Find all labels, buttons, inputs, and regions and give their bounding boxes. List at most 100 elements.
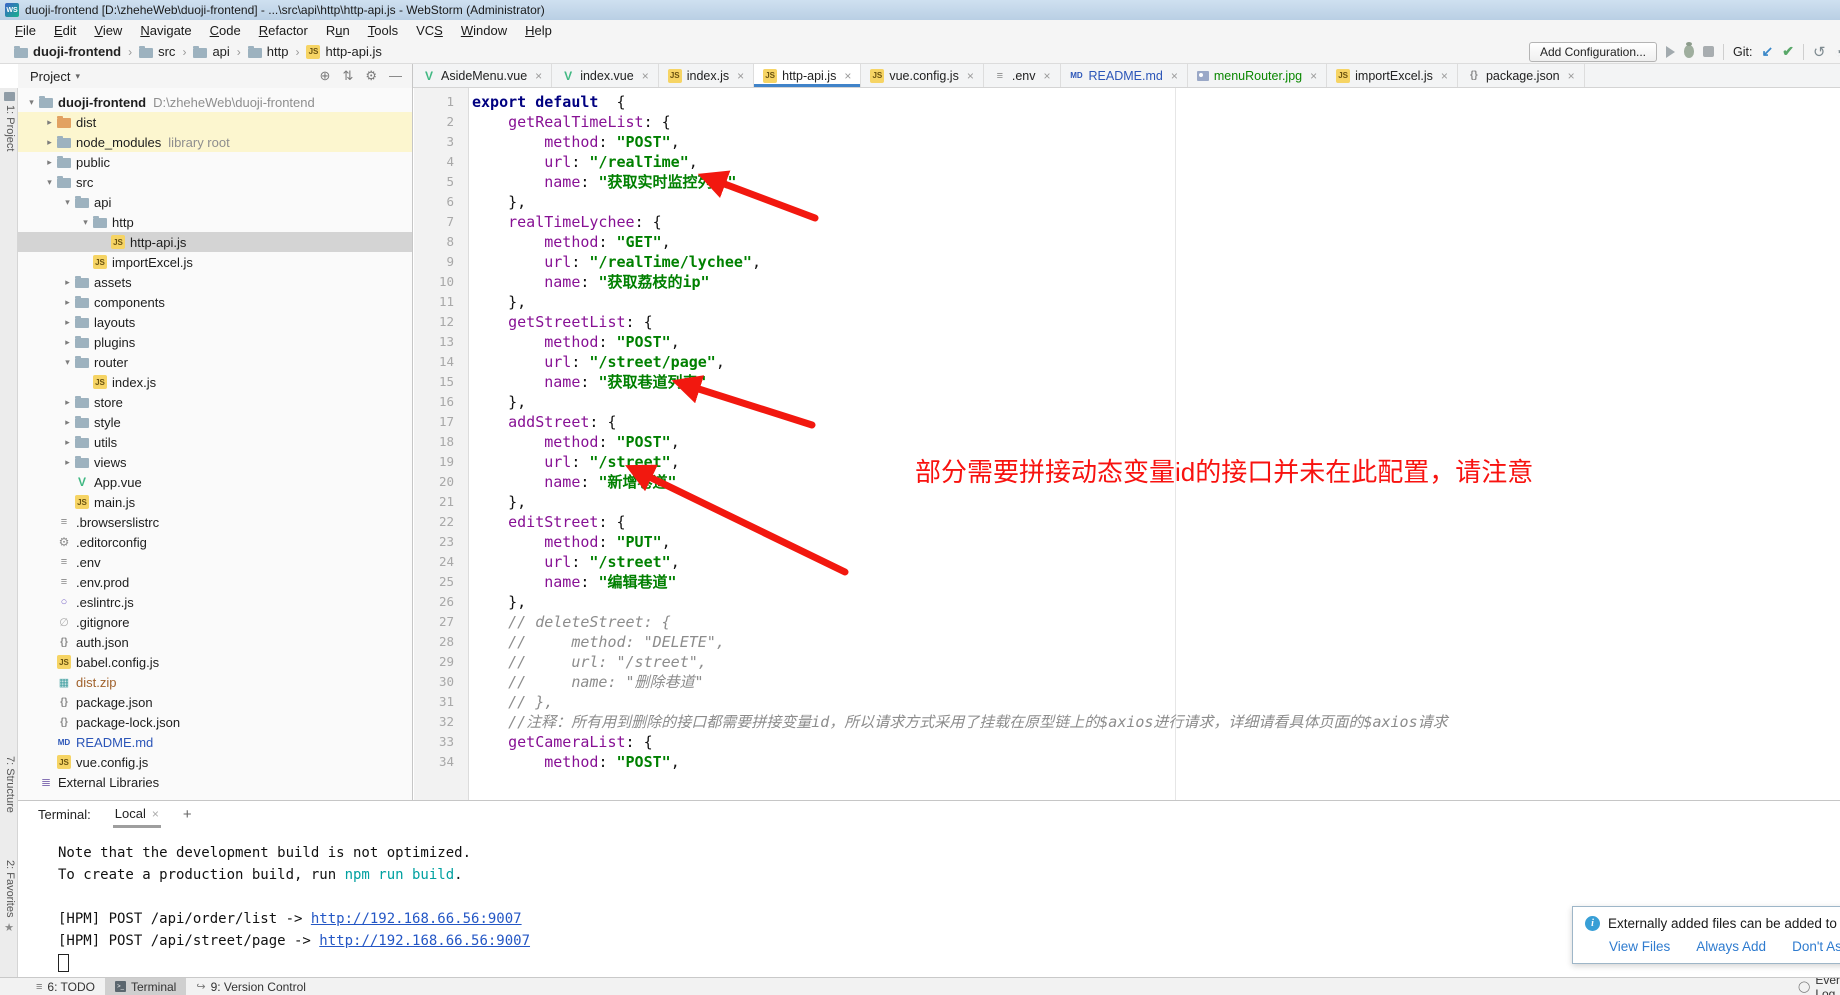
close-icon[interactable]: × [967,69,974,83]
close-icon[interactable]: × [1310,69,1317,83]
tree-row-README.md[interactable]: MDREADME.md [18,732,412,752]
breadcrumb-item-src[interactable]: src [135,44,179,59]
tree-row-style[interactable]: ▸style [18,412,412,432]
close-icon[interactable]: × [737,69,744,83]
status-item-9-version-control[interactable]: ↪9: Version Control [186,978,316,995]
settings-gear-icon[interactable]: ⚙ [365,68,377,84]
chevron-collapsed-icon[interactable]: ▸ [60,277,75,288]
chevron-expanded-icon[interactable]: ▾ [42,177,57,188]
tree-row-.eslintrc.js[interactable]: ○.eslintrc.js [18,592,412,612]
chevron-collapsed-icon[interactable]: ▸ [60,337,75,348]
stop-icon[interactable] [1703,46,1714,57]
tree-row-public[interactable]: ▸public [18,152,412,172]
locate-file-icon[interactable]: ⊕ [320,68,331,84]
tree-row-External Libraries[interactable]: ≣External Libraries [18,772,412,792]
code-editor[interactable]: 1234567891011121314151617181920212223242… [414,88,1840,800]
tab-AsideMenu.vue[interactable]: VAsideMenu.vue× [413,64,552,87]
tree-row-dist[interactable]: ▸dist [18,112,412,132]
new-terminal-icon[interactable]: + [183,806,192,823]
terminal-cursor[interactable] [58,954,69,972]
tree-row-package-lock.json[interactable]: {}package-lock.json [18,712,412,732]
chevron-collapsed-icon[interactable]: ▸ [42,137,57,148]
tree-row-assets[interactable]: ▸assets [18,272,412,292]
tab-http-api.js[interactable]: JShttp-api.js× [754,64,861,87]
chevron-expanded-icon[interactable]: ▾ [60,357,75,368]
tree-row-auth.json[interactable]: {}auth.json [18,632,412,652]
tree-row-main.js[interactable]: JSmain.js [18,492,412,512]
menu-item-edit[interactable]: Edit [45,22,85,39]
status-item-6-todo[interactable]: ≡6: TODO [26,978,105,995]
tree-row-http[interactable]: ▾http [18,212,412,232]
debug-icon[interactable] [1684,45,1694,58]
status-bar-event-log[interactable]: ◯ Event Log [1798,978,1840,995]
notification-link-don-t-ask-again[interactable]: Don't Ask Again [1792,939,1840,954]
sidebar-item-favorites[interactable]: 2: Favorites ★ [0,860,18,934]
close-icon[interactable]: × [535,69,542,83]
close-icon[interactable]: × [1441,69,1448,83]
menu-item-navigate[interactable]: Navigate [131,22,200,39]
breadcrumb-item-http-api.js[interactable]: JShttp-api.js [302,44,385,59]
tree-row-node_modules[interactable]: ▸node_moduleslibrary root [18,132,412,152]
chevron-collapsed-icon[interactable]: ▸ [42,117,57,128]
breadcrumb-item-api[interactable]: api [189,44,233,59]
close-icon[interactable]: × [1568,69,1575,83]
terminal-output[interactable]: Note that the development build is not o… [18,828,1840,974]
tree-row-babel.config.js[interactable]: JSbabel.config.js [18,652,412,672]
tree-row-.editorconfig[interactable]: ⚙.editorconfig [18,532,412,552]
hide-panel-icon[interactable]: ― [389,68,402,84]
tree-row-utils[interactable]: ▸utils [18,432,412,452]
close-icon[interactable]: × [152,807,159,821]
tree-row-vue.config.js[interactable]: JSvue.config.js [18,752,412,772]
tree-row-package.json[interactable]: {}package.json [18,692,412,712]
chevron-collapsed-icon[interactable]: ▸ [60,457,75,468]
menu-item-tools[interactable]: Tools [359,22,407,39]
tree-row-dist.zip[interactable]: ▦dist.zip [18,672,412,692]
menu-item-code[interactable]: Code [201,22,250,39]
close-icon[interactable]: × [1171,69,1178,83]
menu-item-view[interactable]: View [85,22,131,39]
terminal-tab-local[interactable]: Local× [113,802,161,828]
chevron-expanded-icon[interactable]: ▾ [24,97,39,108]
chevron-expanded-icon[interactable]: ▾ [78,217,93,228]
chevron-collapsed-icon[interactable]: ▸ [60,297,75,308]
breadcrumb-item-duoji-frontend[interactable]: duoji-frontend [10,44,125,59]
tab-README.md[interactable]: MDREADME.md× [1061,64,1188,87]
tree-row-.env.prod[interactable]: ≡.env.prod [18,572,412,592]
tree-row-api[interactable]: ▾api [18,192,412,212]
tab-vue.config.js[interactable]: JSvue.config.js× [861,64,984,87]
tree-row-plugins[interactable]: ▸plugins [18,332,412,352]
tab-index.vue[interactable]: Vindex.vue× [552,64,659,87]
chevron-collapsed-icon[interactable]: ▸ [60,397,75,408]
sidebar-item-project[interactable]: 1: Project [0,92,18,151]
add-configuration-button[interactable]: Add Configuration... [1529,42,1657,62]
tab-index.js[interactable]: JSindex.js× [659,64,754,87]
tab-package.json[interactable]: {}package.json× [1458,64,1585,87]
tree-row-importExcel.js[interactable]: JSimportExcel.js [18,252,412,272]
tree-row-src[interactable]: ▾src [18,172,412,192]
tab-importExcel.js[interactable]: JSimportExcel.js× [1327,64,1458,87]
menu-item-refactor[interactable]: Refactor [250,22,317,39]
chevron-collapsed-icon[interactable]: ▸ [60,417,75,428]
chevron-collapsed-icon[interactable]: ▸ [60,437,75,448]
tree-row-views[interactable]: ▸views [18,452,412,472]
tree-row-router[interactable]: ▾router [18,352,412,372]
terminal-link[interactable]: http://192.168.66.56:9007 [319,933,530,949]
tree-row-index.js[interactable]: JSindex.js [18,372,412,392]
tab-menuRouter.jpg[interactable]: menuRouter.jpg× [1188,64,1327,87]
chevron-down-icon[interactable]: ▾ [75,71,80,82]
history-icon[interactable]: ↺ [1813,43,1826,61]
menu-item-run[interactable]: Run [317,22,359,39]
status-item-terminal[interactable]: >_Terminal [105,978,186,995]
terminal-link[interactable]: http://192.168.66.56:9007 [311,911,522,927]
tree-row-.env[interactable]: ≡.env [18,552,412,572]
notification-link-always-add[interactable]: Always Add [1696,939,1766,954]
tree-row-layouts[interactable]: ▸layouts [18,312,412,332]
clock-icon[interactable]: ◔ [1835,44,1840,60]
tree-row-App.vue[interactable]: VApp.vue [18,472,412,492]
tree-row-duoji-frontend[interactable]: ▾duoji-frontendD:\zheheWeb\duoji-fronten… [18,92,412,112]
chevron-expanded-icon[interactable]: ▾ [60,197,75,208]
menu-item-help[interactable]: Help [516,22,561,39]
git-commit-icon[interactable]: ✔ [1782,43,1794,60]
tree-row-.browserslistrc[interactable]: ≡.browserslistrc [18,512,412,532]
tree-row-http-api.js[interactable]: JShttp-api.js [18,232,412,252]
